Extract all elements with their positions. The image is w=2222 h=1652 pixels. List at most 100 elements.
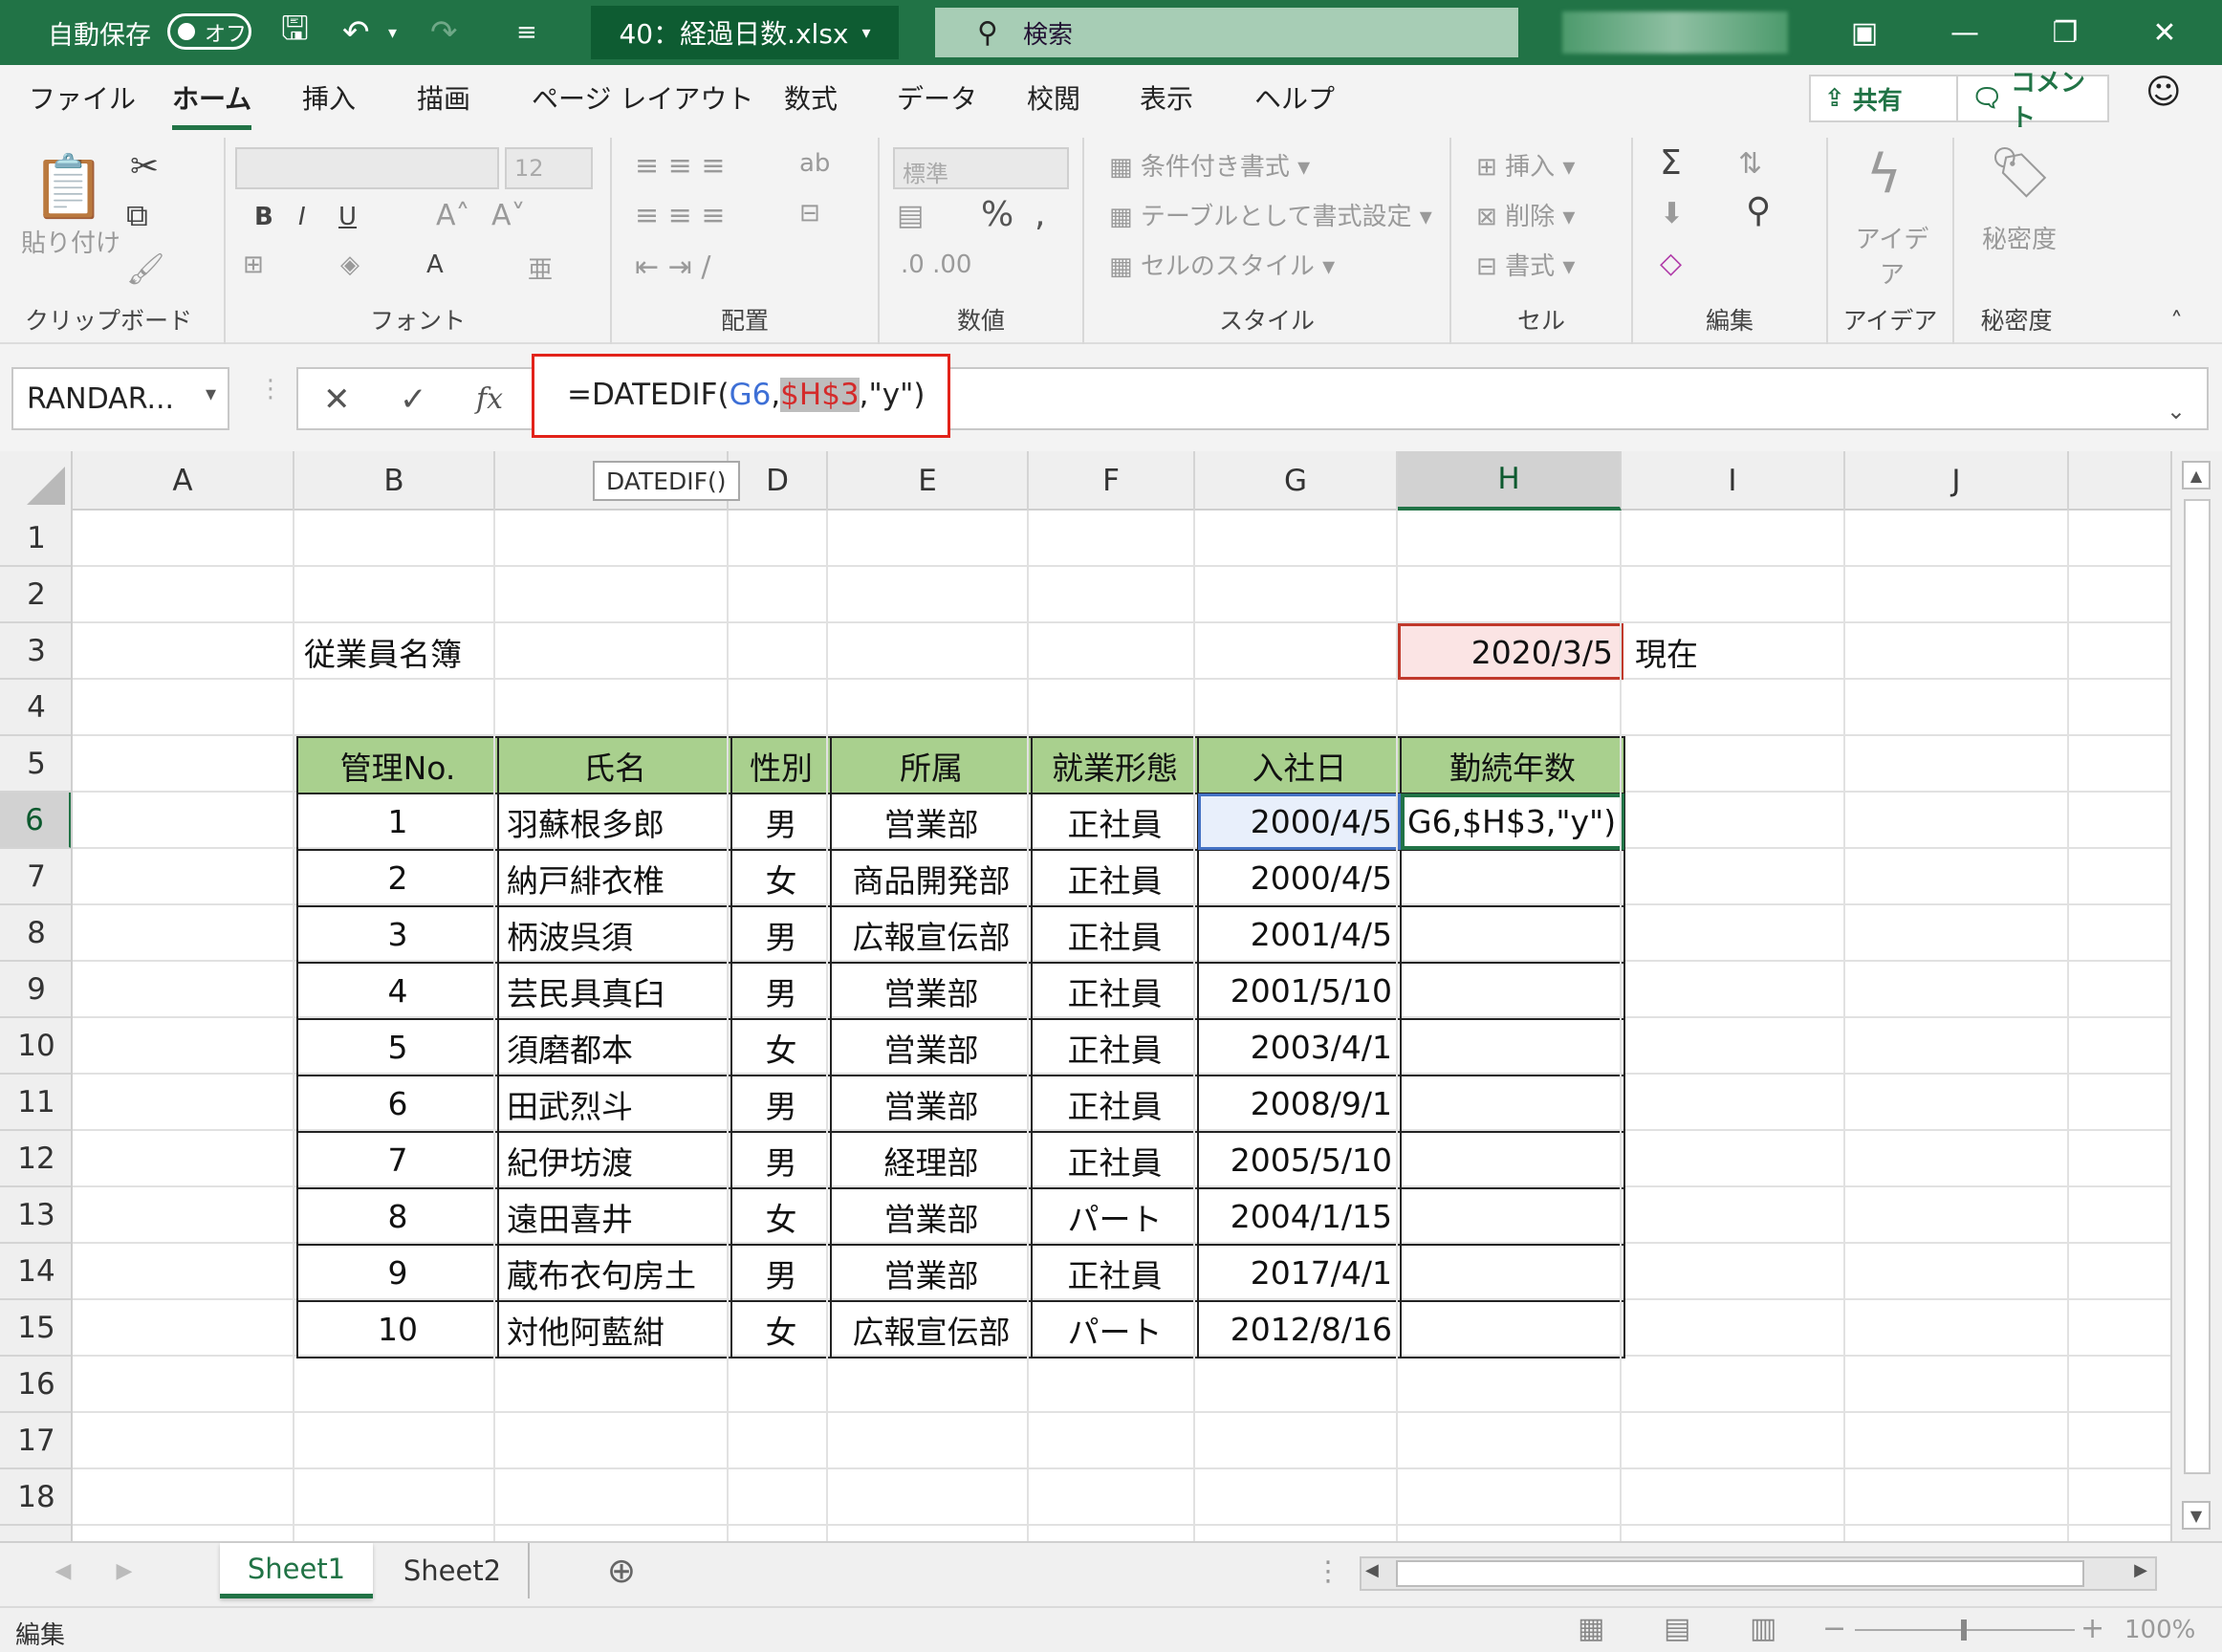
- active-cell-h6[interactable]: G6,$H$3,"y"): [1399, 793, 1626, 851]
- column-header-b[interactable]: B: [294, 451, 495, 511]
- table-cell[interactable]: 経理部: [830, 1131, 1033, 1189]
- column-header-e[interactable]: E: [828, 451, 1029, 511]
- table-header-cell[interactable]: 性別: [730, 736, 832, 794]
- sensitivity-button[interactable]: 秘密度: [1981, 220, 2058, 255]
- tab-review[interactable]: 校閲: [1027, 78, 1080, 117]
- table-cell[interactable]: 遠田喜井: [497, 1187, 732, 1246]
- cells-area[interactable]: 従業員名簿 2020/3/5 現在 管理No. 氏名 性別 所属 就業形態 入社日 勤続年数…: [73, 511, 2170, 1541]
- zoom-level[interactable]: 100%: [2124, 1616, 2195, 1644]
- fill-color-icon[interactable]: ◈: [340, 250, 359, 279]
- table-cell[interactable]: 広報宣伝部: [830, 905, 1033, 964]
- table-cell[interactable]: 男: [730, 962, 832, 1020]
- normal-view-icon[interactable]: ▦: [1578, 1612, 1604, 1645]
- share-button[interactable]: ⇪ 共有: [1809, 75, 1977, 122]
- table-cell[interactable]: [1399, 849, 1626, 907]
- accounting-icon[interactable]: ▤: [897, 199, 924, 232]
- table-cell[interactable]: 2012/8/16: [1197, 1300, 1402, 1359]
- table-cell[interactable]: 営業部: [830, 793, 1033, 851]
- tab-file[interactable]: ファイル: [29, 78, 136, 117]
- delete-cells-button[interactable]: ⊠ 削除 ▾: [1476, 197, 1575, 232]
- scroll-right-icon[interactable]: ▶: [2134, 1560, 2147, 1580]
- smiley-feedback-icon[interactable]: ☺: [2146, 73, 2182, 112]
- table-cell[interactable]: 正社員: [1031, 962, 1199, 1020]
- font-name-combo[interactable]: [235, 147, 499, 189]
- table-cell[interactable]: パート: [1031, 1187, 1199, 1246]
- table-cell[interactable]: 納戸緋衣椎: [497, 849, 732, 907]
- ideas-button[interactable]: アイデア: [1849, 220, 1935, 291]
- grow-font-icon[interactable]: A˄: [436, 199, 470, 232]
- tab-formulas[interactable]: 数式: [784, 78, 838, 117]
- restore-icon[interactable]: ❐: [2017, 0, 2113, 65]
- next-sheet-icon[interactable]: ▶: [107, 1543, 142, 1598]
- column-header-d[interactable]: D: [729, 451, 828, 511]
- column-header-g[interactable]: G: [1195, 451, 1398, 511]
- tab-data[interactable]: データ: [897, 78, 977, 117]
- row-header-11[interactable]: 11: [0, 1075, 71, 1131]
- close-icon[interactable]: ✕: [2117, 0, 2212, 65]
- table-cell[interactable]: 紀伊坊渡: [497, 1131, 732, 1189]
- row-header-16[interactable]: 16: [0, 1357, 71, 1413]
- referenced-cell-h3[interactable]: 2020/3/5: [1398, 623, 1623, 680]
- row-header-1[interactable]: 1: [0, 511, 71, 567]
- table-cell[interactable]: 2008/9/1: [1197, 1075, 1402, 1133]
- table-cell[interactable]: 2004/1/15: [1197, 1187, 1402, 1246]
- ribbon-display-icon[interactable]: ▣: [1817, 0, 1912, 65]
- table-cell[interactable]: 7: [296, 1131, 499, 1189]
- table-cell[interactable]: [1399, 1244, 1626, 1302]
- phonetic-icon[interactable]: 亜: [528, 250, 553, 286]
- row-header-5[interactable]: 5: [0, 736, 71, 793]
- row-header-3[interactable]: 3: [0, 623, 71, 680]
- table-cell[interactable]: 須磨都本: [497, 1018, 732, 1076]
- row-header-13[interactable]: 13: [0, 1187, 71, 1244]
- copy-icon[interactable]: ⧉: [126, 197, 148, 234]
- table-cell[interactable]: 広報宣伝部: [830, 1300, 1033, 1359]
- enter-icon[interactable]: ✓: [400, 380, 427, 419]
- table-cell[interactable]: 正社員: [1031, 849, 1199, 907]
- autosum-icon[interactable]: Σ: [1660, 143, 1682, 183]
- scroll-down-icon[interactable]: ▼: [2182, 1501, 2211, 1530]
- table-cell[interactable]: 女: [730, 1187, 832, 1246]
- table-cell[interactable]: 正社員: [1031, 1244, 1199, 1302]
- table-cell[interactable]: 蔵布衣句房土: [497, 1244, 732, 1302]
- page-layout-view-icon[interactable]: ▤: [1664, 1612, 1690, 1645]
- add-sheet-icon[interactable]: ⊕: [595, 1543, 648, 1598]
- cell-styles-button[interactable]: ▦ セルのスタイル ▾: [1109, 247, 1335, 282]
- table-cell[interactable]: 商品開発部: [830, 849, 1033, 907]
- paste-button[interactable]: 貼り付け: [21, 224, 120, 259]
- save-icon[interactable]: 🖫: [281, 0, 309, 65]
- table-cell[interactable]: 9: [296, 1244, 499, 1302]
- row-header-9[interactable]: 9: [0, 962, 71, 1018]
- table-cell[interactable]: 正社員: [1031, 1018, 1199, 1076]
- table-cell[interactable]: 2001/5/10: [1197, 962, 1402, 1020]
- table-cell[interactable]: [1399, 1131, 1626, 1189]
- sheet-tab-2[interactable]: Sheet2: [377, 1543, 530, 1598]
- row-header-6[interactable]: 6: [0, 793, 71, 849]
- ideas-icon[interactable]: ϟ: [1866, 143, 1902, 206]
- table-cell[interactable]: 正社員: [1031, 1075, 1199, 1133]
- indent-icon[interactable]: ⇤ ⇥ ∕: [635, 250, 710, 284]
- table-cell[interactable]: 柄波呉須: [497, 905, 732, 964]
- column-header-j[interactable]: J: [1845, 451, 2069, 511]
- italic-icon[interactable]: I: [298, 203, 306, 231]
- undo-dropdown-icon[interactable]: ▾: [388, 0, 397, 65]
- tab-page-layout[interactable]: ページ レイアウト: [532, 78, 753, 117]
- format-painter-icon[interactable]: 🖌: [126, 250, 165, 287]
- cut-icon[interactable]: ✂: [130, 147, 159, 186]
- table-header-cell[interactable]: 管理No.: [296, 736, 499, 794]
- zoom-slider[interactable]: [1855, 1619, 2075, 1641]
- tab-home[interactable]: ホーム: [172, 78, 252, 130]
- table-cell[interactable]: 男: [730, 793, 832, 851]
- table-cell[interactable]: 女: [730, 849, 832, 907]
- table-cell[interactable]: [1399, 1075, 1626, 1133]
- row-header-15[interactable]: 15: [0, 1300, 71, 1357]
- table-cell[interactable]: [1399, 1300, 1626, 1359]
- file-title[interactable]: 40：経過日数.xlsx ▾: [591, 6, 899, 59]
- table-cell[interactable]: [1399, 962, 1626, 1020]
- table-header-cell[interactable]: 就業形態: [1031, 736, 1199, 794]
- table-cell[interactable]: [1399, 1018, 1626, 1076]
- zoom-out-icon[interactable]: −: [1822, 1612, 1846, 1645]
- function-tooltip[interactable]: DATEDIF(): [593, 461, 740, 501]
- table-cell[interactable]: 男: [730, 1244, 832, 1302]
- search-box[interactable]: ⚲ 検索: [935, 8, 1518, 57]
- vertical-scroll-thumb[interactable]: [2184, 499, 2211, 1474]
